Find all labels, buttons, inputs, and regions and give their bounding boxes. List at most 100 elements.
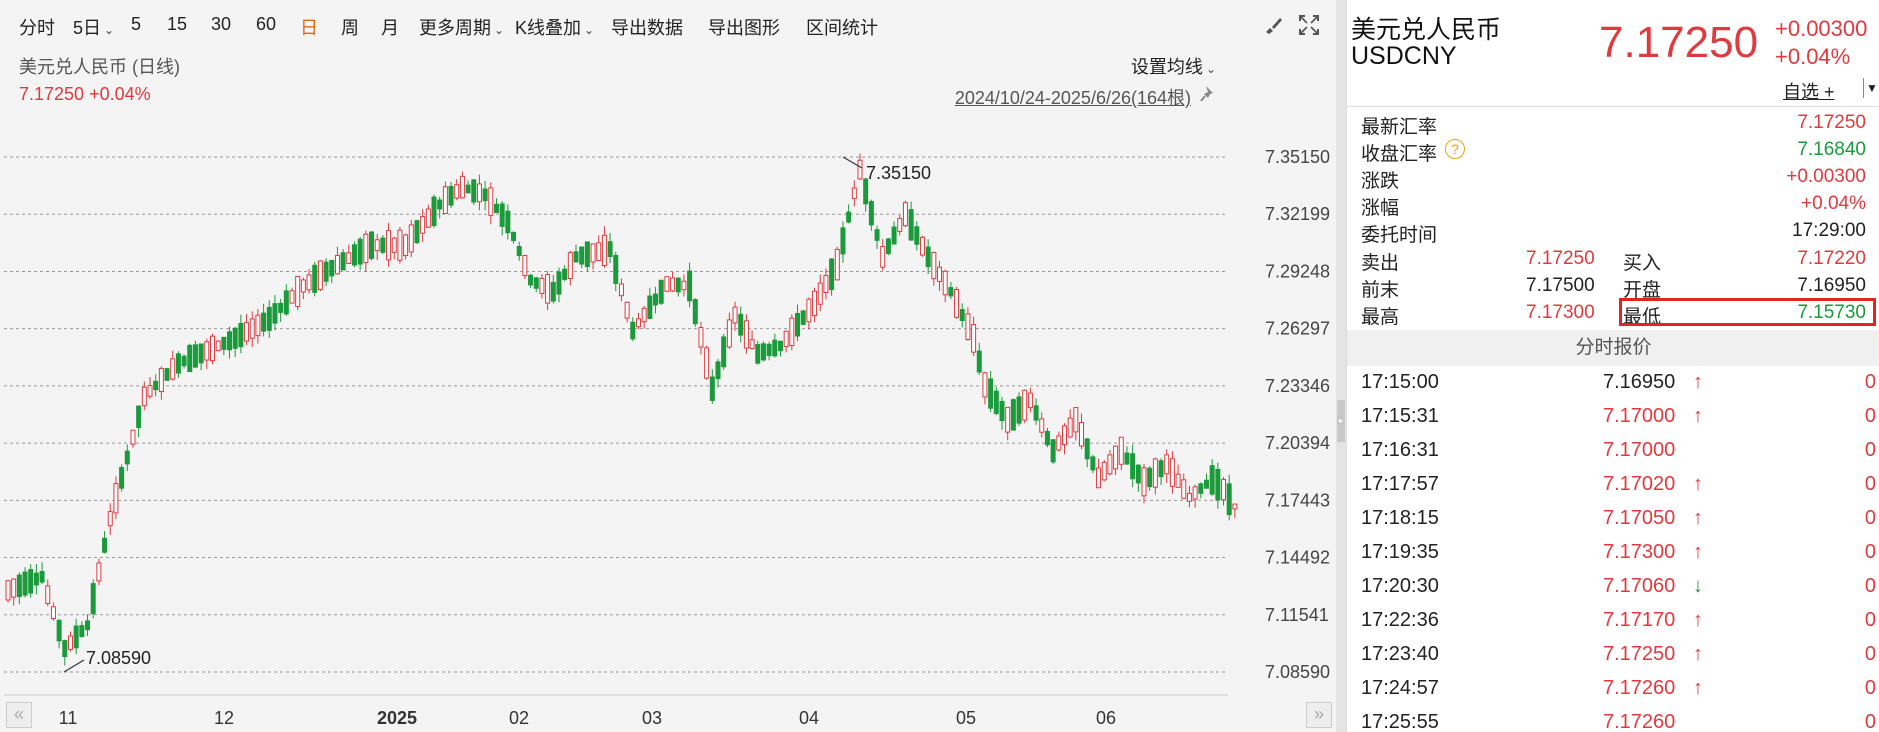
candle-body bbox=[22, 571, 28, 596]
candle-body bbox=[454, 184, 460, 199]
arrow-up-icon: ↑ bbox=[1693, 507, 1703, 529]
candle-body bbox=[266, 306, 272, 331]
candle-body bbox=[624, 301, 630, 319]
candle-body bbox=[283, 290, 289, 315]
candle-body bbox=[840, 227, 846, 255]
tick-time: 17:22:36 bbox=[1361, 609, 1439, 631]
candle-body bbox=[959, 309, 965, 322]
grid-label: 卖出 bbox=[1361, 253, 1400, 274]
date-range[interactable]: 2024/10/24-2025/6/26(164根) bbox=[955, 84, 1191, 110]
quote-row-value: 7.17250 bbox=[1797, 112, 1866, 133]
candle-body bbox=[891, 226, 897, 245]
quote-panel: 美元兑人民币 USDCNY 7.17250 +0.00300 +0.04% 自选… bbox=[1346, 0, 1879, 732]
candle-body bbox=[1033, 405, 1039, 421]
candle-body bbox=[948, 287, 954, 297]
candle-body bbox=[942, 270, 948, 296]
candle-body bbox=[829, 258, 835, 291]
low-annotation: 7.08590 bbox=[86, 648, 151, 668]
help-icon[interactable]: ? bbox=[1445, 139, 1465, 159]
candle-body bbox=[732, 306, 738, 324]
candle-body bbox=[192, 344, 198, 368]
x-tick-label: 2025 bbox=[377, 708, 417, 728]
candle-body bbox=[681, 280, 687, 291]
candle-body bbox=[471, 179, 477, 203]
candle-body bbox=[437, 199, 443, 210]
tick-time: 17:15:00 bbox=[1361, 371, 1439, 393]
ma-setting-dropdown[interactable]: 设置均线 ⌄ bbox=[1131, 53, 1216, 79]
candle-body bbox=[1181, 479, 1187, 499]
arrow-up-icon: ↑ bbox=[1693, 405, 1703, 427]
tick-volume: 0 bbox=[1864, 677, 1876, 699]
candle-body bbox=[567, 252, 573, 280]
candle-body bbox=[670, 277, 676, 292]
high-annotation: 7.35150 bbox=[866, 163, 931, 183]
add-watchlist-button[interactable]: 自选 + bbox=[1783, 78, 1835, 104]
candle-body bbox=[289, 290, 295, 304]
candle-body bbox=[834, 248, 840, 281]
candle-body bbox=[204, 341, 210, 361]
candle-body bbox=[539, 277, 545, 294]
candle-body bbox=[1073, 407, 1079, 433]
candle-body bbox=[675, 277, 681, 293]
scroll-right-button[interactable]: » bbox=[1306, 702, 1332, 728]
candle-body bbox=[386, 230, 392, 261]
candle-body bbox=[1050, 439, 1056, 463]
watchlist-dropdown-icon[interactable]: ▼ bbox=[1863, 78, 1879, 98]
candle-body bbox=[465, 184, 471, 194]
candle-body bbox=[601, 234, 607, 267]
tick-row: 17:23:40 7.17250 ↑ 0 bbox=[1361, 639, 1876, 673]
candle-body bbox=[493, 203, 499, 213]
tick-price: 7.17000 bbox=[1603, 405, 1676, 427]
chart-panel: 分时 5日 ⌄ 5 15 30 60 日周月更多周期 ⌄ K线叠加 ⌄ 导出数据 导出图形 区间统计 7.… bbox=[0, 0, 1336, 732]
pin-icon[interactable] bbox=[1200, 84, 1218, 104]
scroll-left-button[interactable]: « bbox=[6, 702, 32, 728]
chart-title: 美元兑人民币 (日线) bbox=[19, 57, 180, 77]
candle-body bbox=[783, 330, 789, 348]
candle-body bbox=[113, 483, 119, 514]
candle-body bbox=[425, 208, 431, 228]
candle-body bbox=[1010, 399, 1016, 431]
candle-body bbox=[607, 241, 613, 257]
candle-body bbox=[221, 336, 227, 350]
candle-body bbox=[885, 238, 891, 254]
candle-body bbox=[499, 203, 505, 227]
tick-volume: 0 bbox=[1864, 473, 1876, 495]
panel-splitter[interactable] bbox=[1336, 0, 1346, 732]
candle-body bbox=[187, 344, 193, 373]
candle-body bbox=[346, 252, 352, 265]
candle-body bbox=[209, 335, 215, 362]
candle-body bbox=[528, 274, 534, 286]
candle-body bbox=[102, 537, 108, 553]
candle-body bbox=[28, 569, 34, 594]
tick-price: 7.17170 bbox=[1603, 609, 1676, 631]
grid-label: 买入 bbox=[1623, 253, 1662, 274]
splitter-grip-icon[interactable]: ▸ bbox=[1337, 400, 1345, 442]
grid-label: 最高 bbox=[1361, 307, 1400, 328]
tick-row: 17:15:31 7.17000 ↑ 0 bbox=[1361, 401, 1876, 435]
candle-body bbox=[556, 271, 562, 295]
candle-body bbox=[789, 317, 795, 346]
tick-volume: 0 bbox=[1864, 711, 1876, 732]
tick-volume: 0 bbox=[1864, 507, 1876, 529]
y-tick-label: 7.20394 bbox=[1265, 433, 1330, 453]
candle-body bbox=[312, 264, 318, 293]
candle-body bbox=[647, 295, 653, 320]
candle-body bbox=[374, 239, 380, 252]
candle-body bbox=[1096, 467, 1102, 489]
arrow-up-icon: ↑ bbox=[1693, 541, 1703, 563]
candle-body bbox=[488, 187, 494, 216]
candle-body bbox=[1141, 467, 1147, 497]
candle-body bbox=[823, 275, 829, 293]
y-tick-label: 7.17443 bbox=[1265, 490, 1330, 510]
candle-body bbox=[73, 625, 79, 649]
tick-time: 17:23:40 bbox=[1361, 643, 1439, 665]
tick-row: 17:15:00 7.16950 ↑ 0 bbox=[1361, 367, 1876, 401]
candle-body bbox=[1152, 458, 1158, 488]
candle-body bbox=[1192, 486, 1198, 500]
quote-row-label: 最新汇率 bbox=[1361, 117, 1438, 138]
candle-body bbox=[937, 266, 943, 282]
tick-price: 7.17260 bbox=[1603, 677, 1676, 699]
candle-body bbox=[522, 255, 528, 277]
candle-body bbox=[215, 340, 221, 352]
candle-body bbox=[448, 186, 454, 206]
